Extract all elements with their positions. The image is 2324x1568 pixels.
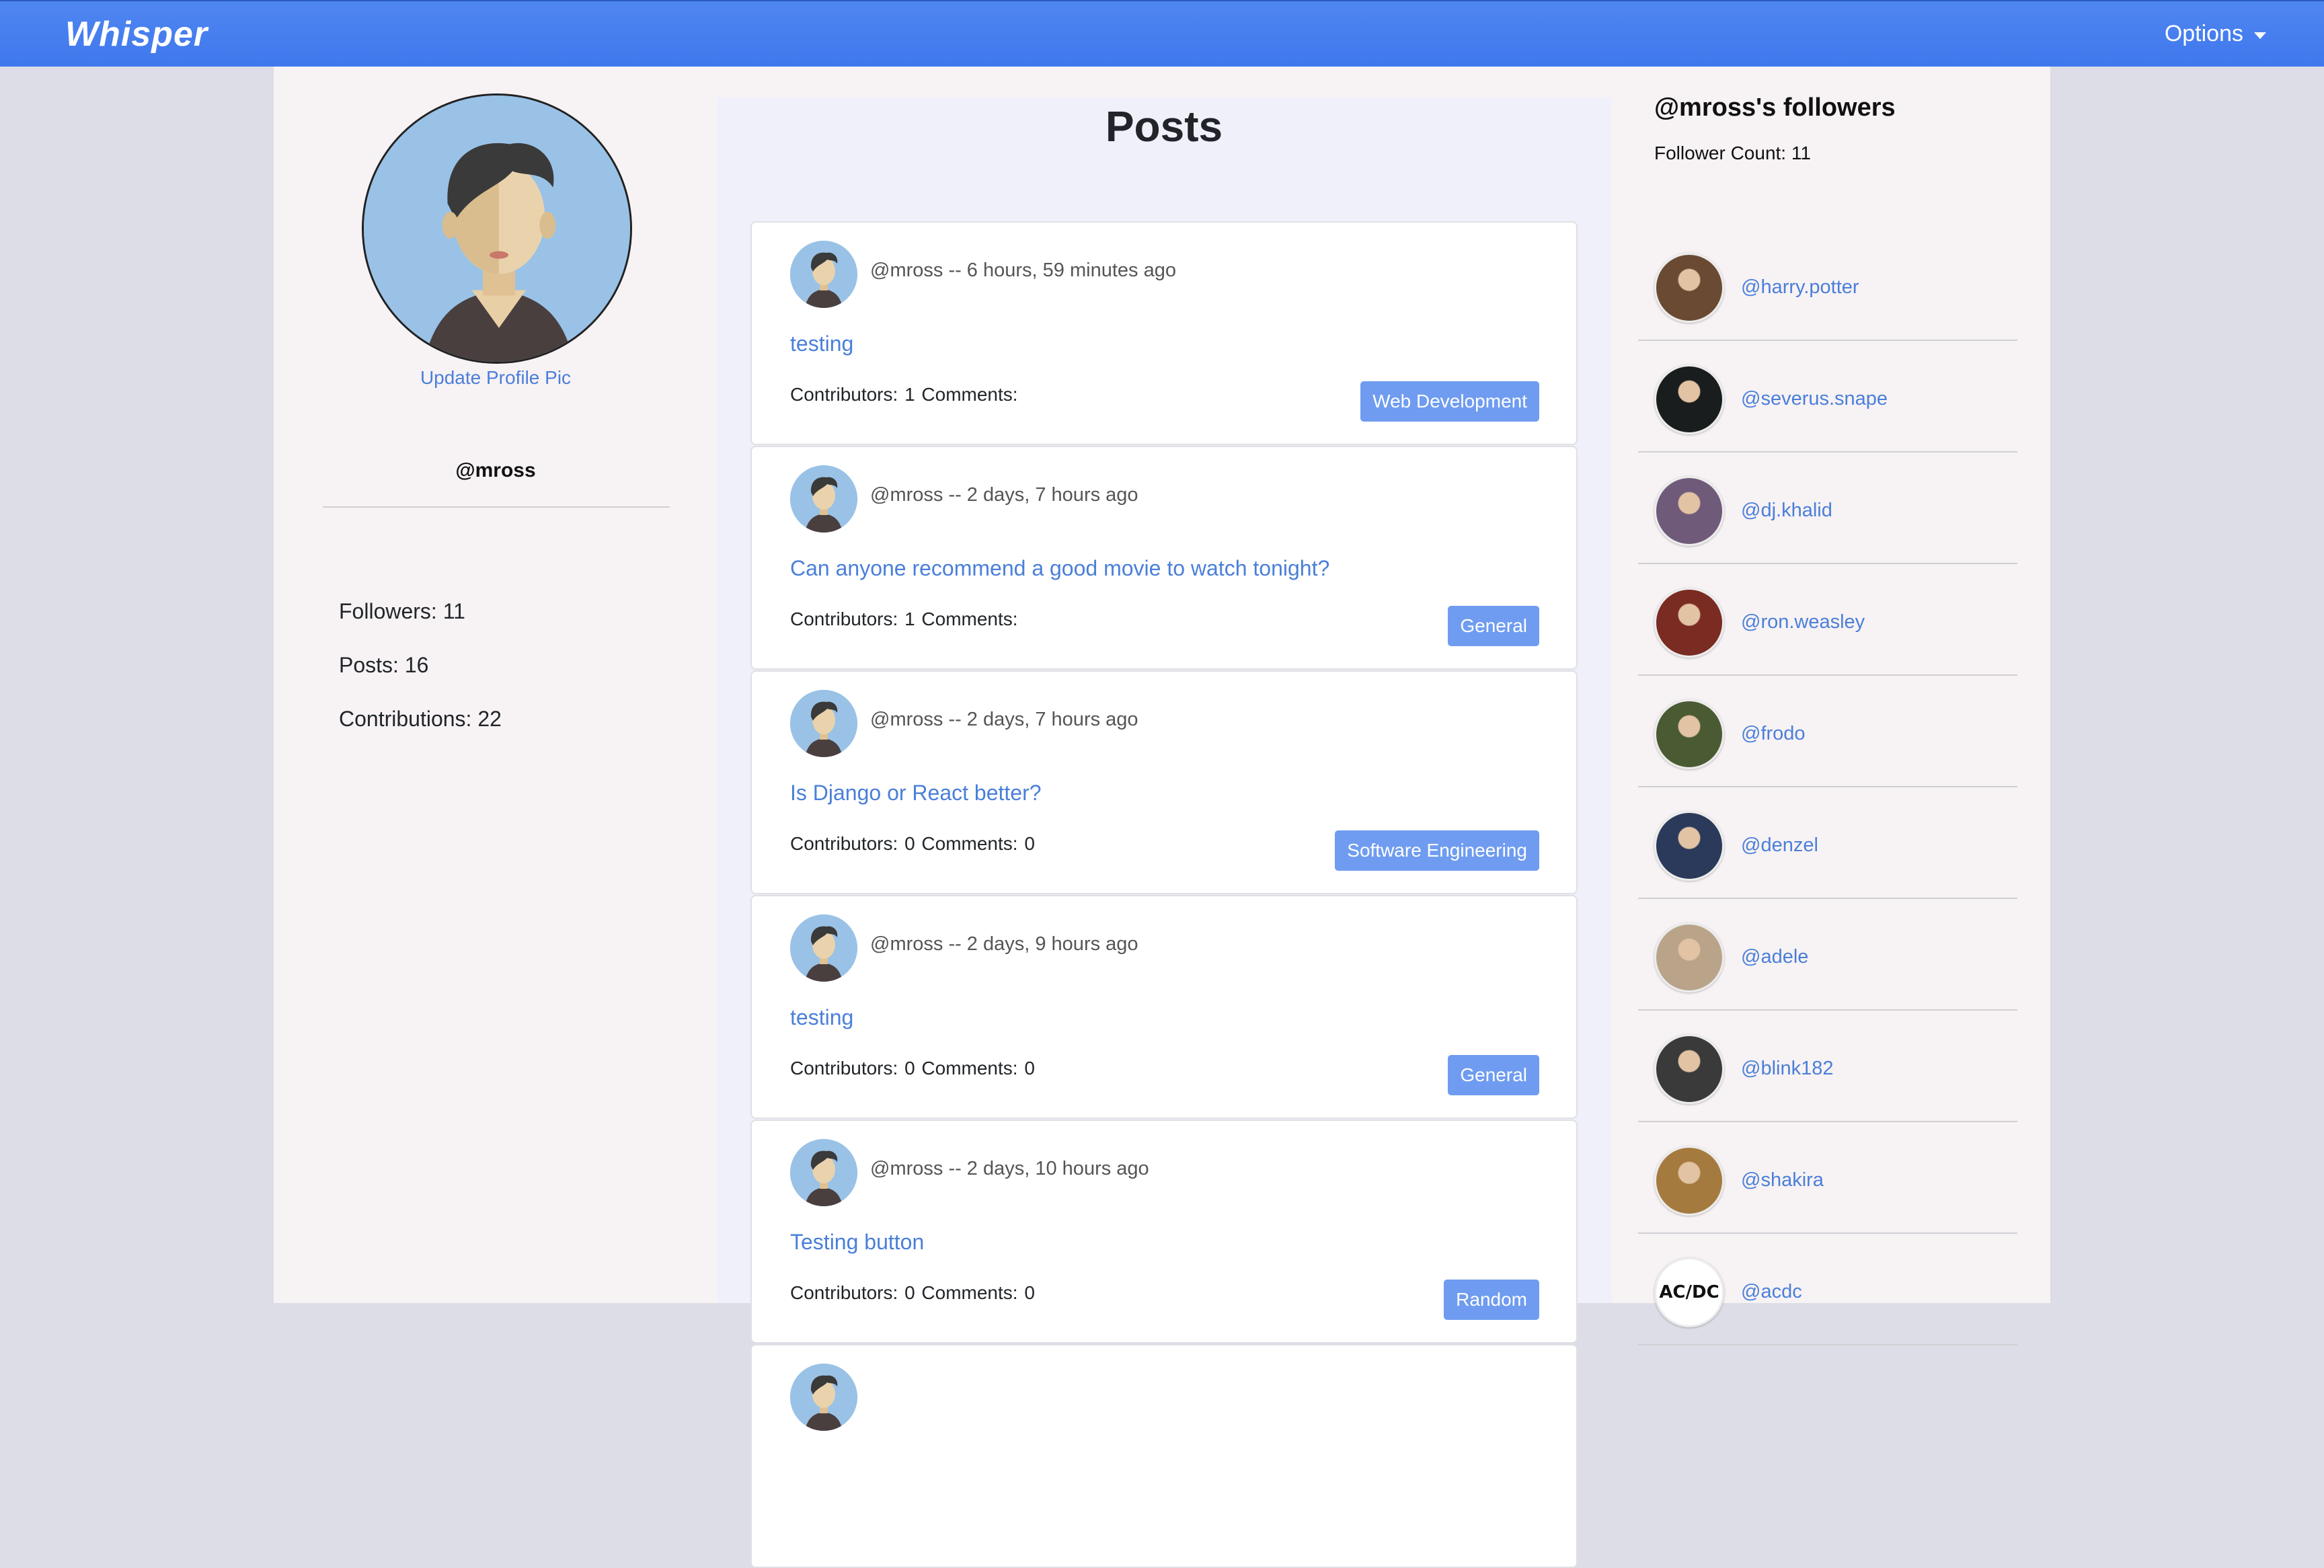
posts-column: Posts @mross -- 6 hours, 59 minutes ago … (717, 97, 1611, 1568)
follower-row[interactable]: @blink182 (1638, 1011, 2017, 1122)
follower-avatar (1654, 253, 1724, 323)
follower-name-link[interactable]: @severus.snape (1741, 388, 1888, 410)
follower-row[interactable]: @ron.weasley (1638, 564, 2017, 676)
post-card[interactable]: @mross -- 6 hours, 59 minutes ago testin… (750, 221, 1578, 445)
followers-heading: @mross's followers (1654, 93, 1896, 122)
follower-row[interactable]: @harry.potter (1638, 229, 2017, 341)
follower-avatar: AC/DC (1654, 1257, 1724, 1327)
follower-avatar (1654, 364, 1724, 434)
post-author-avatar (790, 1139, 857, 1206)
posts-heading: Posts (1105, 102, 1223, 151)
options-dropdown[interactable]: Options (2165, 21, 2266, 47)
follower-name-link[interactable]: @dj.khalid (1741, 500, 1832, 522)
followers-stat: Followers: 11 (339, 599, 465, 623)
follower-name-link[interactable]: @adele (1741, 946, 1808, 968)
post-meta: @mross -- 6 hours, 59 minutes ago (870, 260, 1176, 281)
post-meta: @mross -- 2 days, 9 hours ago (870, 933, 1138, 955)
post-card[interactable] (750, 1344, 1578, 1568)
post-tag-button[interactable]: General (1448, 1055, 1539, 1095)
follower-row[interactable]: @frodo (1638, 676, 2017, 787)
profile-panel: Update Profile Pic @mross Followers: 11 … (274, 67, 718, 1303)
brand-logo[interactable]: Whisper (65, 14, 208, 54)
post-tag-button[interactable]: Random (1444, 1280, 1539, 1320)
follower-row[interactable]: @severus.snape (1638, 341, 2017, 453)
post-card[interactable]: @mross -- 2 days, 7 hours ago Is Django … (750, 670, 1578, 894)
post-stats: Contributors: 0 Comments: 0 (790, 1058, 1035, 1079)
follower-name-link[interactable]: @acdc (1741, 1281, 1802, 1303)
post-stats: Contributors: 0 Comments: 0 (790, 833, 1035, 854)
post-meta: @mross -- 2 days, 7 hours ago (870, 484, 1138, 506)
follower-name-link[interactable]: @frodo (1741, 723, 1806, 745)
follower-avatar (1654, 1146, 1724, 1216)
post-author-avatar (790, 690, 857, 757)
post-card[interactable]: @mross -- 2 days, 10 hours ago Testing b… (750, 1120, 1578, 1343)
profile-username: @mross (455, 459, 536, 481)
post-stats: Contributors: 1 Comments: (790, 609, 1018, 629)
divider (323, 506, 670, 508)
post-author-avatar (790, 241, 857, 308)
posts-stat: Posts: 16 (339, 653, 429, 677)
options-label: Options (2164, 21, 2243, 46)
post-stats: Contributors: 1 Comments: (790, 384, 1018, 405)
update-profile-pic-link[interactable]: Update Profile Pic (274, 367, 718, 389)
post-card[interactable]: @mross -- 2 days, 7 hours ago Can anyone… (750, 446, 1578, 670)
post-title-link[interactable]: Can anyone recommend a good movie to wat… (790, 556, 1329, 581)
contributions-stat: Contributions: 22 (339, 707, 502, 731)
post-tag-button[interactable]: Web Development (1360, 381, 1539, 422)
followers-panel: @mross's followers Follower Count: 11 @h… (1638, 67, 2017, 1345)
follower-row[interactable]: @denzel (1638, 787, 2017, 899)
profile-avatar (362, 93, 632, 364)
post-meta: @mross -- 2 days, 10 hours ago (870, 1158, 1149, 1179)
follower-name-link[interactable]: @harry.potter (1741, 276, 1859, 299)
follower-avatar (1654, 811, 1724, 881)
chevron-down-icon (2254, 32, 2266, 39)
post-title-link[interactable]: testing (790, 1005, 853, 1030)
follower-avatar (1654, 588, 1724, 658)
post-tag-button[interactable]: General (1448, 606, 1539, 646)
follower-name-link[interactable]: @blink182 (1741, 1058, 1833, 1080)
post-meta: @mross -- 2 days, 7 hours ago (870, 709, 1138, 730)
follower-avatar (1654, 476, 1724, 546)
post-title-link[interactable]: Testing button (790, 1230, 924, 1255)
follower-row[interactable]: @adele (1638, 899, 2017, 1011)
post-author-avatar (790, 1364, 857, 1431)
follower-row[interactable]: @dj.khalid (1638, 453, 2017, 564)
post-title-link[interactable]: testing (790, 331, 853, 356)
post-stats: Contributors: 0 Comments: 0 (790, 1282, 1035, 1303)
follower-name-link[interactable]: @ron.weasley (1741, 611, 1865, 633)
post-title-link[interactable]: Is Django or React better? (790, 781, 1042, 806)
main-container: Update Profile Pic @mross Followers: 11 … (274, 67, 2050, 1568)
follower-name-link[interactable]: @denzel (1741, 834, 1818, 857)
user-avatar-icon (364, 95, 630, 362)
follower-row[interactable]: @shakira (1638, 1122, 2017, 1234)
follower-avatar (1654, 1034, 1724, 1104)
follower-count: Follower Count: 11 (1654, 143, 1811, 163)
follower-avatar (1654, 699, 1724, 769)
follower-row[interactable]: AC/DC @acdc (1638, 1234, 2017, 1345)
post-author-avatar (790, 465, 857, 533)
navbar: Whisper Options (0, 0, 2324, 67)
follower-name-link[interactable]: @shakira (1741, 1169, 1824, 1191)
post-card[interactable]: @mross -- 2 days, 9 hours ago testing Co… (750, 895, 1578, 1119)
acdc-logo: AC/DC (1659, 1282, 1719, 1302)
post-tag-button[interactable]: Software Engineering (1335, 830, 1539, 871)
post-author-avatar (790, 914, 857, 982)
follower-avatar (1654, 923, 1724, 992)
